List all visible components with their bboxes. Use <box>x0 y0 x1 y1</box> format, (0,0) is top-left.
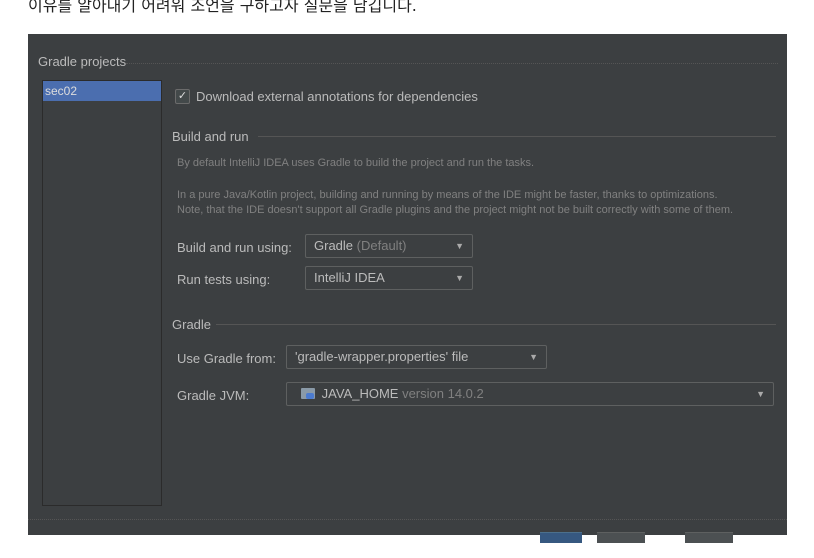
ok-button[interactable] <box>540 532 582 543</box>
dropdown-arrow-icon: ▼ <box>529 352 538 362</box>
gradle-projects-title: Gradle projects <box>38 54 127 69</box>
divider <box>258 136 776 137</box>
cancel-button[interactable] <box>597 532 645 543</box>
hint-text: By default IntelliJ IDEA uses Gradle to … <box>177 157 535 169</box>
gradle-projects-list[interactable]: sec02 <box>42 80 162 506</box>
selected-value: JAVA_HOME <box>321 386 399 401</box>
run-tests-using-select[interactable]: IntelliJ IDEA ▼ <box>305 266 473 290</box>
gradle-settings-dialog: Gradle projects sec02 ✓ Download externa… <box>28 34 787 543</box>
check-icon: ✓ <box>177 90 188 102</box>
post-caption: 이유를 알아내기 어려워 조언을 구하고자 질문을 남깁니다. <box>28 0 417 15</box>
project-item-sec02[interactable]: sec02 <box>43 81 161 101</box>
download-annotations-checkbox[interactable]: ✓ <box>175 89 190 104</box>
hint-text: In a pure Java/Kotlin project, building … <box>177 189 718 201</box>
divider <box>216 324 776 325</box>
selected-value: 'gradle-wrapper.properties' file <box>295 349 469 364</box>
jdk-folder-icon <box>301 388 315 399</box>
selected-value: IntelliJ IDEA <box>314 270 385 285</box>
dropdown-arrow-icon: ▼ <box>756 389 765 399</box>
gradle-jvm-select[interactable]: JAVA_HOME version 14.0.2 ▼ <box>286 382 774 406</box>
default-suffix: (Default) <box>356 238 407 253</box>
dropdown-arrow-icon: ▼ <box>455 273 464 283</box>
run-tests-using-label: Run tests using: <box>177 272 271 287</box>
hint-text: Note, that the IDE doesn't support all G… <box>177 204 734 216</box>
download-annotations-label[interactable]: Download external annotations for depend… <box>196 89 478 104</box>
selected-value: Gradle <box>314 238 354 253</box>
gradle-section-title: Gradle <box>172 317 212 332</box>
use-gradle-from-select[interactable]: 'gradle-wrapper.properties' file ▼ <box>286 345 547 369</box>
build-run-using-select[interactable]: Gradle (Default) ▼ <box>305 234 473 258</box>
jvm-version: version 14.0.2 <box>402 386 484 401</box>
gradle-jvm-label: Gradle JVM: <box>177 388 250 403</box>
use-gradle-from-label: Use Gradle from: <box>177 351 276 366</box>
divider <box>28 519 787 520</box>
dropdown-arrow-icon: ▼ <box>455 241 464 251</box>
divider <box>126 63 778 64</box>
apply-button[interactable] <box>685 532 733 543</box>
build-run-using-label: Build and run using: <box>177 240 292 255</box>
build-and-run-title: Build and run <box>172 129 249 144</box>
